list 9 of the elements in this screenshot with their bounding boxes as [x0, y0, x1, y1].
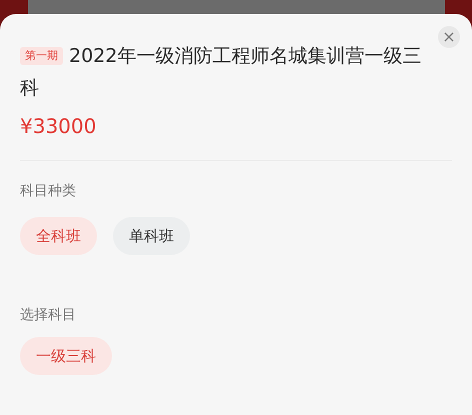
option-chip[interactable]: 全科班	[20, 217, 97, 255]
section-label: 科目种类	[20, 182, 77, 201]
option-chip[interactable]: 一级三科	[20, 337, 112, 375]
option-chip[interactable]: 单科班	[113, 217, 190, 255]
close-button[interactable]: ×	[438, 26, 460, 48]
product-title: 第一期 2022年一级消防工程师名城集训营一级三科	[20, 44, 422, 101]
period-badge: 第一期	[20, 47, 63, 65]
price: ¥33000	[20, 113, 98, 140]
section-label: 选择科目	[20, 306, 77, 325]
